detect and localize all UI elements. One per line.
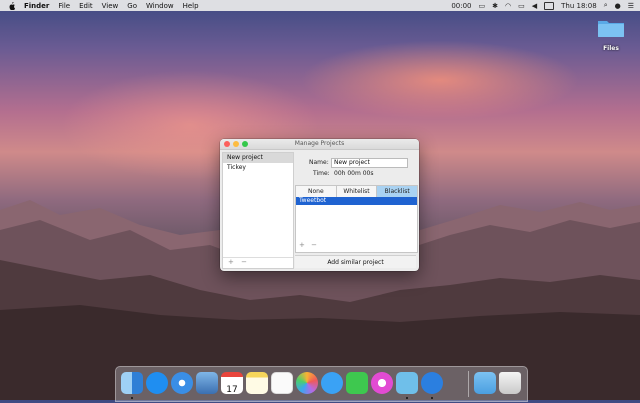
time-value: 00h 00m 00s	[334, 170, 374, 177]
project-details: Name: New project Time: 00h 00m 00s None…	[295, 152, 418, 268]
tickey-icon[interactable]	[421, 372, 443, 394]
user-icon[interactable]: ●	[615, 2, 621, 10]
manage-projects-window: Manage Projects New project Tickey + − N…	[220, 139, 419, 271]
folder-label: Files	[603, 45, 619, 52]
preview-icon[interactable]	[196, 372, 218, 394]
menu-finder[interactable]: Finder	[24, 2, 49, 10]
project-item[interactable]: New project	[223, 153, 293, 163]
bluetooth-icon[interactable]: ✱	[492, 2, 498, 10]
list-item[interactable]: Tweetbot	[296, 197, 417, 205]
tweetbot-icon[interactable]	[396, 372, 418, 394]
finder-icon[interactable]	[121, 372, 143, 394]
notification-center-icon[interactable]: ☰	[628, 2, 634, 10]
timer-status[interactable]: 00:00	[451, 2, 471, 10]
safari-icon[interactable]	[171, 372, 193, 394]
battery-icon[interactable]	[544, 1, 555, 10]
tab-whitelist[interactable]: Whitelist	[337, 186, 378, 197]
volume-icon[interactable]: ◀	[532, 2, 537, 10]
menu-window[interactable]: Window	[146, 2, 174, 10]
messages-icon[interactable]	[321, 372, 343, 394]
notes-icon[interactable]	[246, 372, 268, 394]
menu-view[interactable]: View	[102, 2, 119, 10]
project-list-controls: + −	[223, 257, 293, 268]
desktop-folder[interactable]: Files	[597, 18, 625, 52]
downloads-folder-icon[interactable]	[474, 372, 496, 394]
time-label: Time:	[313, 170, 330, 177]
name-field[interactable]: New project	[331, 158, 408, 168]
sky-glow	[300, 40, 580, 120]
airplay-icon[interactable]: ▭	[518, 2, 525, 10]
remove-app-button[interactable]: −	[311, 241, 317, 249]
calendar-icon[interactable]: 17	[221, 372, 243, 395]
dock-separator	[468, 371, 469, 397]
tickey-status-icon[interactable]: ▭	[479, 2, 486, 10]
reminders-icon[interactable]	[271, 372, 293, 394]
folder-icon	[598, 21, 624, 37]
menu-help[interactable]: Help	[183, 2, 199, 10]
add-project-button[interactable]: +	[228, 258, 234, 266]
itunes-icon[interactable]	[371, 372, 393, 394]
window-title: Manage Projects	[294, 140, 345, 147]
app-list-controls: + −	[295, 241, 416, 251]
spotlight-icon[interactable]: ⌕	[604, 1, 608, 10]
trash-icon[interactable]	[499, 372, 521, 394]
facetime-icon[interactable]	[346, 372, 368, 394]
menu-file[interactable]: File	[58, 2, 70, 10]
tab-blacklist[interactable]: Blacklist	[377, 186, 418, 197]
running-indicator	[406, 397, 408, 399]
menu-edit[interactable]: Edit	[79, 2, 93, 10]
apple-logo-icon[interactable]	[8, 1, 16, 10]
photos-icon[interactable]	[296, 372, 318, 394]
projects-list[interactable]: New project Tickey + −	[222, 152, 294, 269]
tab-none[interactable]: None	[296, 186, 337, 197]
app-store-icon[interactable]	[146, 372, 168, 394]
project-item[interactable]: Tickey	[223, 163, 293, 173]
status-area: 00:00 ▭ ✱ ◠ ▭ ◀ Thu 18:08 ⌕ ● ☰	[451, 0, 634, 11]
running-indicator	[431, 397, 433, 399]
add-app-button[interactable]: +	[299, 241, 305, 249]
dock: 17	[115, 366, 528, 402]
running-indicator	[131, 397, 133, 399]
remove-project-button[interactable]: −	[241, 258, 247, 266]
menu-go[interactable]: Go	[127, 2, 137, 10]
title-bar[interactable]: Manage Projects	[220, 139, 419, 150]
wifi-icon[interactable]: ◠	[505, 2, 511, 10]
add-similar-project-button[interactable]: Add similar project	[295, 255, 416, 268]
menu-bar: Finder File Edit View Go Window Help 00:…	[0, 0, 640, 11]
clock[interactable]: Thu 18:08	[561, 2, 597, 10]
name-label: Name:	[309, 159, 329, 166]
